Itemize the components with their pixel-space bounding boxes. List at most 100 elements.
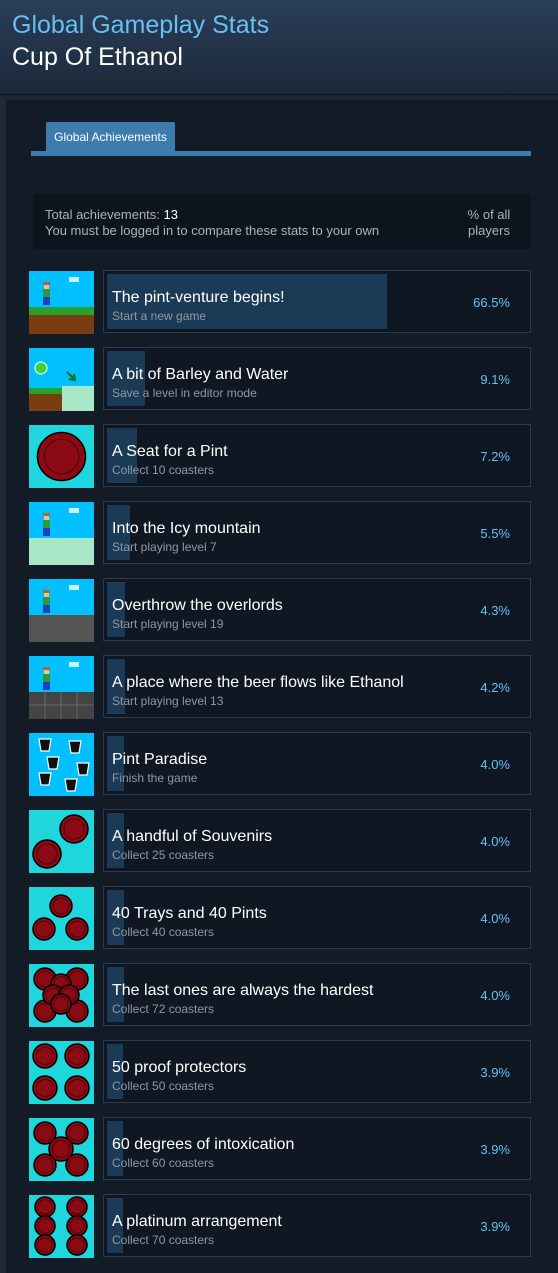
achievement-title: The last ones are always the hardest	[112, 982, 374, 999]
achievement-icon	[29, 733, 94, 796]
game-title: Cup Of Ethanol	[12, 43, 183, 71]
achievement-box: 60 degrees of intoxication Collect 60 coa…	[103, 1117, 531, 1180]
achievement-percent: 4.3%	[480, 603, 510, 618]
achievement-box: 40 Trays and 40 Pints Collect 40 coasters…	[103, 886, 531, 949]
stone-level-icon	[29, 579, 94, 642]
achievement-percent: 7.2%	[480, 449, 510, 464]
three-coasters-icon	[29, 887, 94, 950]
editor-level-icon	[29, 348, 94, 411]
achievement-description: Start playing level 13	[112, 694, 224, 708]
achievement-description: Collect 25 coasters	[112, 848, 215, 862]
achievement-box: A Seat for a Pint Collect 10 coasters 7.2%	[103, 424, 531, 487]
achievement-icon	[29, 271, 94, 334]
pint-glasses-icon	[29, 733, 94, 796]
achievement-box: A handful of Souvenirs Collect 25 coaster…	[103, 809, 531, 872]
achievement-row: The last ones are always the hardest Coll…	[29, 963, 531, 1027]
page-title: Global Gameplay Stats	[12, 11, 270, 39]
achievement-description: Collect 10 coasters	[112, 463, 215, 477]
login-note: You must be logged in to compare these s…	[45, 223, 380, 238]
single-coaster-icon	[29, 425, 94, 488]
four-coasters-icon	[29, 1041, 94, 1104]
achievement-summary: Total achievements: 13 You must be logge…	[33, 194, 531, 249]
achievement-row: A Seat for a Pint Collect 10 coasters 7.2%	[29, 424, 531, 488]
achievement-row: A place where the beer flows like Ethano…	[29, 655, 531, 719]
achievement-description: Start playing level 7	[112, 540, 217, 554]
achievement-row: A platinum arrangement Collect 70 coaster…	[29, 1194, 531, 1258]
achievement-row: Pint Paradise Finish the game 4.0%	[29, 732, 531, 796]
achievement-box: A place where the beer flows like Ethano…	[103, 655, 531, 718]
achievement-icon	[29, 1118, 94, 1181]
achievement-percent: 4.0%	[480, 988, 510, 1003]
achievement-percent: 3.9%	[480, 1219, 510, 1234]
achievement-box: A bit of Barley and Water Save a level in…	[103, 347, 531, 410]
total-achievements: Total achievements: 13	[45, 207, 178, 222]
achievement-icon	[29, 656, 94, 719]
total-value: 13	[163, 207, 178, 222]
tab-underline	[31, 151, 531, 156]
achievement-percent: 4.0%	[480, 757, 510, 772]
achievement-description: Collect 72 coasters	[112, 1002, 215, 1016]
tab-global-achievements[interactable]: Global Achievements	[46, 122, 175, 152]
achievement-title: A handful of Souvenirs	[112, 828, 273, 845]
achievement-title: A place where the beer flows like Ethano…	[112, 674, 404, 691]
achievement-description: Save a level in editor mode	[112, 386, 257, 400]
achievement-row: 60 degrees of intoxication Collect 60 coa…	[29, 1117, 531, 1181]
achievement-percent: 4.0%	[480, 911, 510, 926]
achievement-box: A platinum arrangement Collect 70 coaster…	[103, 1194, 531, 1257]
achievement-icon	[29, 579, 94, 642]
achievement-row: 50 proof protectors Collect 50 coasters 3.…	[29, 1040, 531, 1104]
achievement-box: Pint Paradise Finish the game 4.0%	[103, 732, 531, 795]
achievement-title: A Seat for a Pint	[112, 443, 228, 460]
achievement-row: The pint-venture begins! Start a new game…	[29, 270, 531, 334]
achievement-row: A handful of Souvenirs Collect 25 coaster…	[29, 809, 531, 873]
achievement-percent: 4.0%	[480, 834, 510, 849]
achievement-percent: 66.5%	[473, 295, 510, 310]
achievement-title: 50 proof protectors	[112, 1059, 247, 1076]
achievement-title: A bit of Barley and Water	[112, 366, 289, 383]
achievement-title: Into the Icy mountain	[112, 520, 261, 537]
achievement-description: Collect 50 coasters	[112, 1079, 215, 1093]
achievement-description: Start a new game	[112, 309, 207, 323]
achievement-title: 60 degrees of intoxication	[112, 1136, 295, 1153]
achievement-row: 40 Trays and 40 Pints Collect 40 coasters…	[29, 886, 531, 950]
achievement-title: Pint Paradise	[112, 751, 208, 768]
grass-level-icon	[29, 271, 94, 334]
achievement-icon	[29, 810, 94, 873]
achievement-percent: 9.1%	[480, 372, 510, 387]
two-coasters-icon	[29, 810, 94, 873]
total-label: Total achievements:	[45, 207, 160, 222]
achievement-description: Collect 40 coasters	[112, 925, 215, 939]
achievement-icon	[29, 502, 94, 565]
achievement-box: The pint-venture begins! Start a new game…	[103, 270, 531, 333]
achievement-percent: 3.9%	[480, 1065, 510, 1080]
achievement-title: Overthrow the overlords	[112, 597, 283, 614]
achievement-description: Finish the game	[112, 771, 198, 785]
brick-level-icon	[29, 656, 94, 719]
achievement-box: The last ones are always the hardest Coll…	[103, 963, 531, 1026]
achievement-description: Collect 70 coasters	[112, 1233, 215, 1247]
achievement-description: Start playing level 19	[112, 617, 224, 631]
six-coasters-icon	[29, 1195, 94, 1258]
coaster-pile-icon	[29, 964, 94, 1027]
achievement-percent: 3.9%	[480, 1142, 510, 1157]
achievement-box: Overthrow the overlords Start playing lev…	[103, 578, 531, 641]
achievement-row: A bit of Barley and Water Save a level in…	[29, 347, 531, 411]
achievement-box: Into the Icy mountain Start playing level…	[103, 501, 531, 564]
ice-level-icon	[29, 502, 94, 565]
achievement-icon	[29, 348, 94, 411]
page-header: Global Gameplay Stats Cup Of Ethanol	[0, 0, 558, 95]
achievement-title: 40 Trays and 40 Pints	[112, 905, 267, 922]
achievement-percent: 4.2%	[480, 680, 510, 695]
achievement-icon	[29, 425, 94, 488]
achievement-icon	[29, 964, 94, 1027]
achievement-box: 50 proof protectors Collect 50 coasters 3.…	[103, 1040, 531, 1103]
achievement-description: Collect 60 coasters	[112, 1156, 215, 1170]
five-coasters-icon	[29, 1118, 94, 1181]
achievement-row: Into the Icy mountain Start playing level…	[29, 501, 531, 565]
achievement-icon	[29, 887, 94, 950]
achievement-row: Overthrow the overlords Start playing lev…	[29, 578, 531, 642]
achievement-icon	[29, 1195, 94, 1258]
percent-column-header: % of all players	[467, 207, 511, 238]
achievement-title: The pint-venture begins!	[112, 289, 285, 306]
achievement-icon	[29, 1041, 94, 1104]
